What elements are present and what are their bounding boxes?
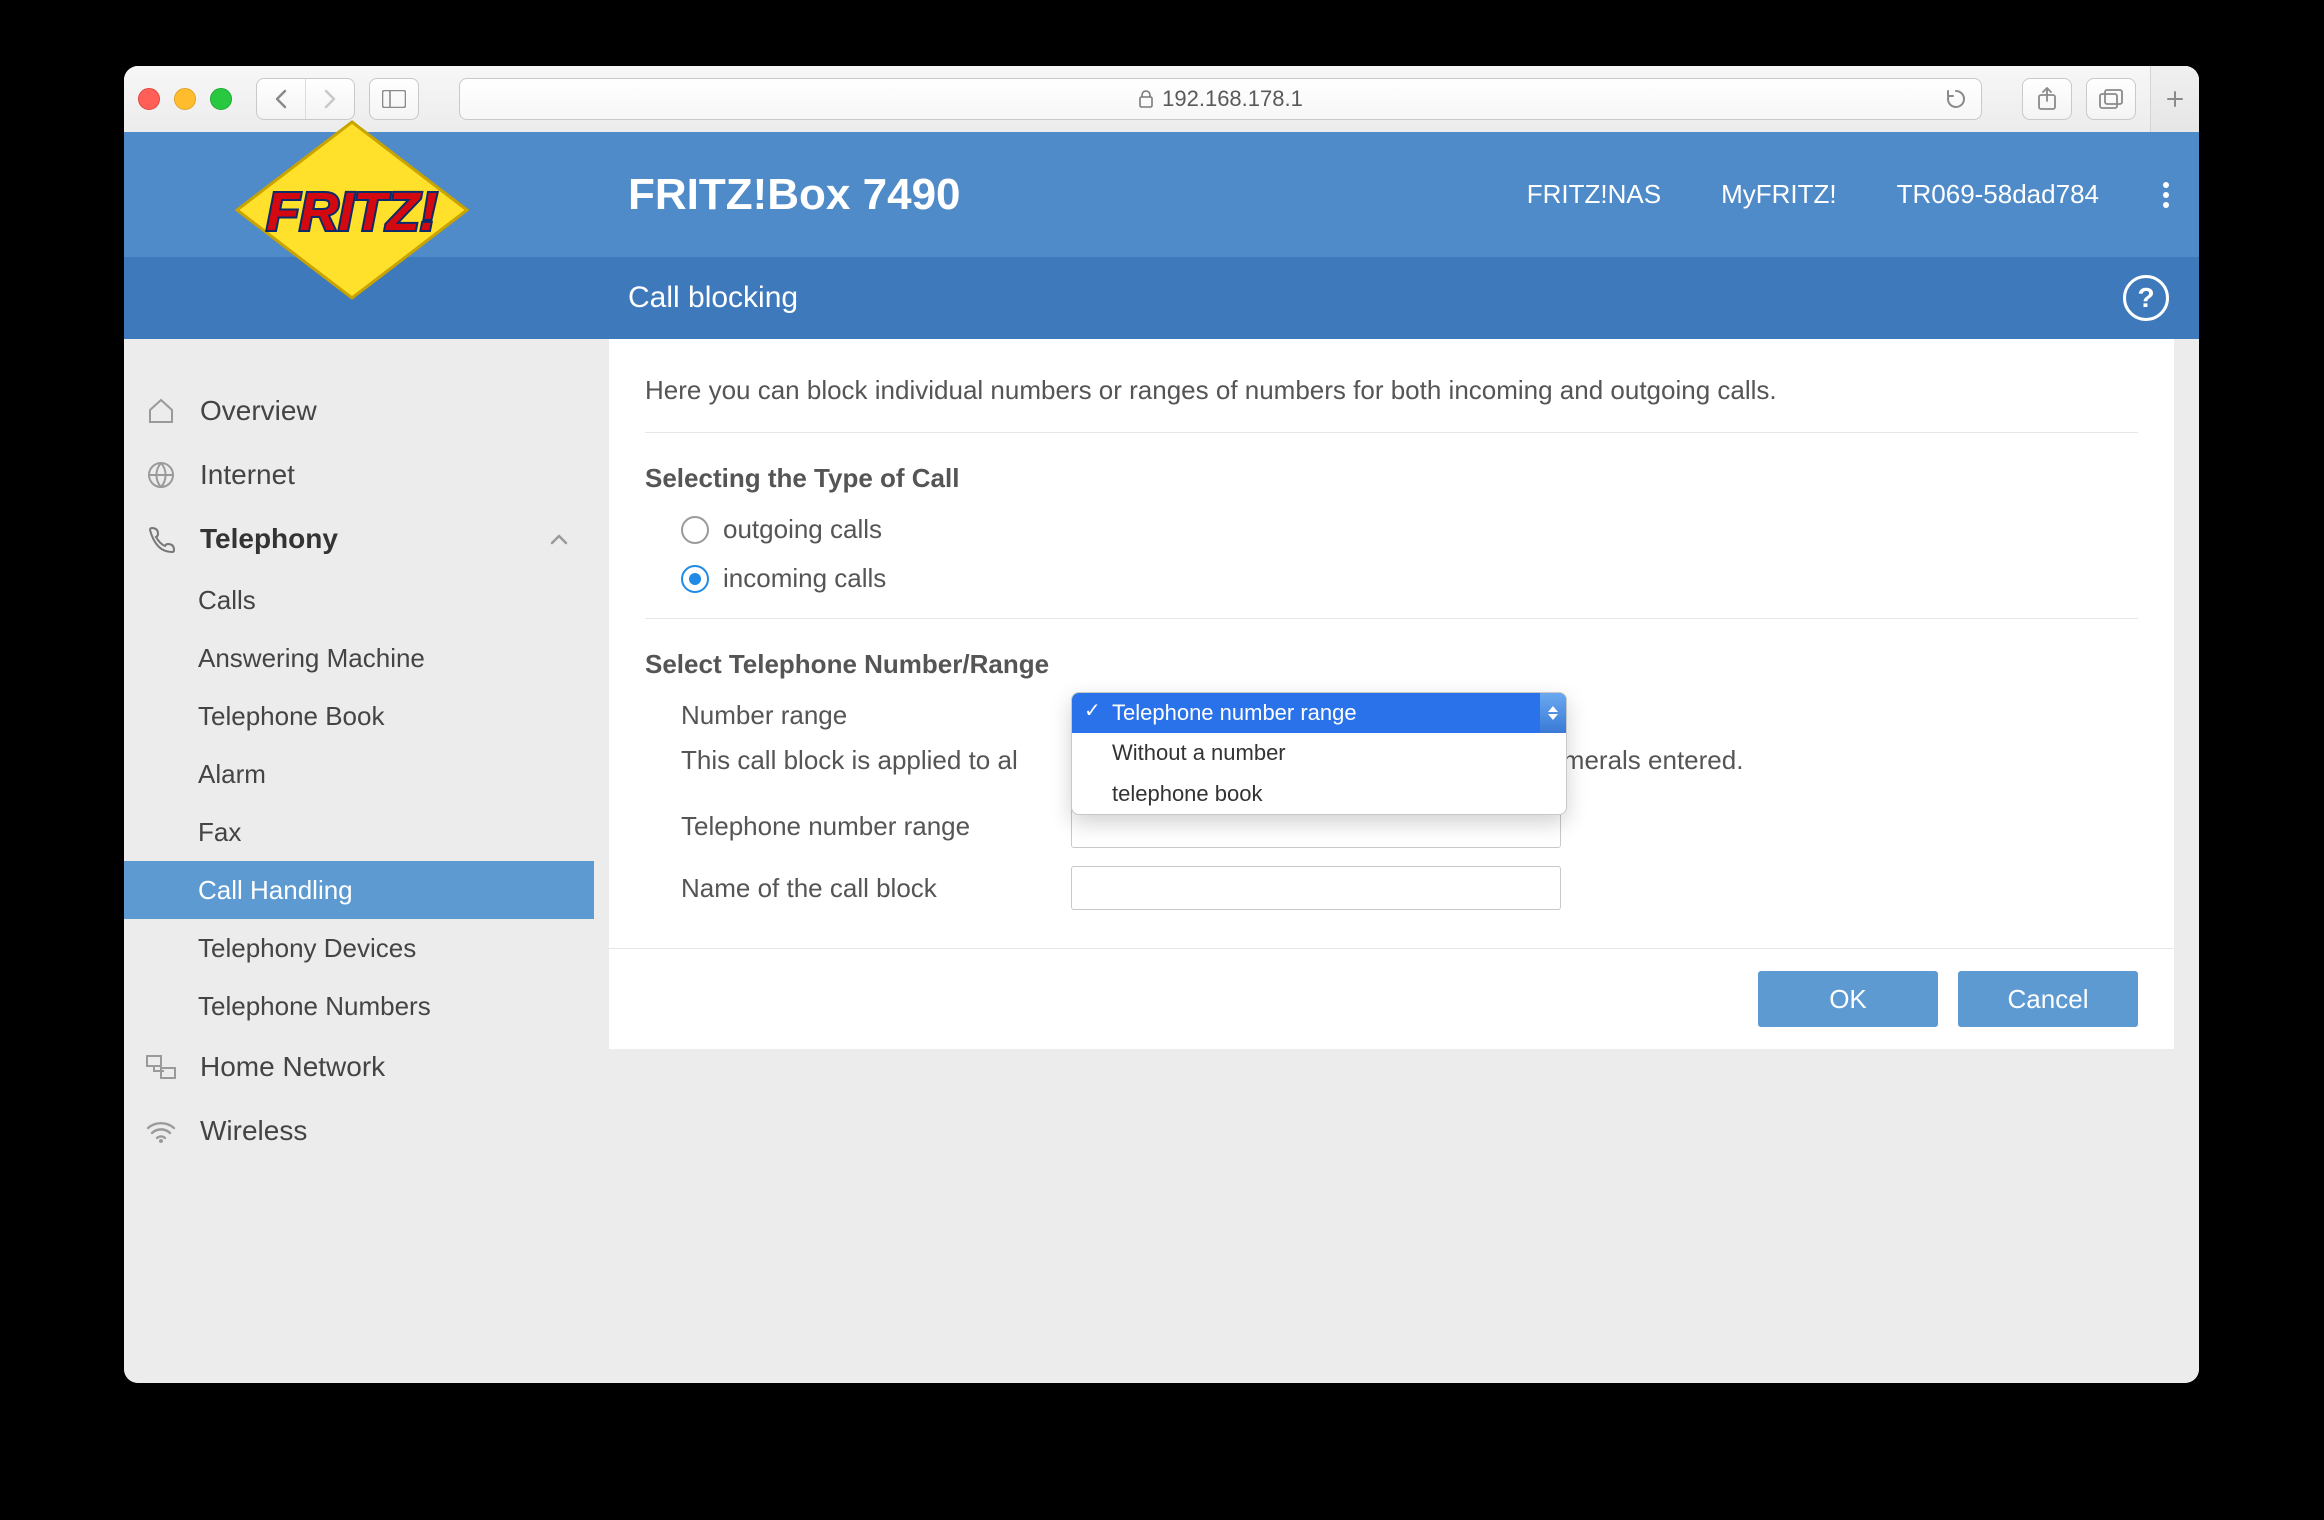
address-text: 192.168.178.1 — [1162, 86, 1303, 112]
sidebar-item-call-handling[interactable]: Call Handling — [124, 861, 594, 919]
section-title-call-type: Selecting the Type of Call — [645, 463, 2138, 494]
app-title: FRITZ!Box 7490 — [628, 170, 961, 220]
dropdown-stepper-icon — [1540, 693, 1566, 734]
sidebar-item-wireless[interactable]: Wireless — [124, 1099, 594, 1163]
wifi-icon — [140, 1119, 182, 1143]
sidebar-item-telephone-numbers[interactable]: Telephone Numbers — [124, 977, 594, 1035]
help-icon[interactable]: ? — [2123, 275, 2169, 321]
dropdown-option-without-number[interactable]: Without a number — [1072, 733, 1566, 774]
sidebar-item-overview[interactable]: Overview — [124, 379, 594, 443]
section-title-select-range: Select Telephone Number/Range — [645, 649, 2138, 680]
browser-window: 192.168.178.1 FRITZ! — [124, 66, 2199, 1383]
sidebar-item-internet[interactable]: Internet — [124, 443, 594, 507]
phone-icon — [140, 524, 182, 554]
fritz-logo: FRITZ! — [212, 112, 492, 312]
dropdown-option-telephone-book[interactable]: telephone book — [1072, 774, 1566, 815]
sidebar-item-answering-machine[interactable]: Answering Machine — [124, 629, 594, 687]
chevron-up-icon — [550, 533, 568, 545]
row-number-range: Number range Telephone number range With… — [681, 700, 2138, 731]
radio-icon — [681, 516, 709, 544]
sidebar-label: Internet — [200, 459, 295, 491]
radio-outgoing[interactable]: outgoing calls — [681, 514, 2138, 545]
new-tab-button[interactable] — [2150, 66, 2199, 132]
radio-label: outgoing calls — [723, 514, 882, 545]
cancel-button[interactable]: Cancel — [1958, 971, 2138, 1027]
address-bar[interactable]: 192.168.178.1 — [459, 78, 1982, 120]
link-fritznas[interactable]: FRITZ!NAS — [1527, 179, 1661, 210]
ok-button[interactable]: OK — [1758, 971, 1938, 1027]
network-icon — [140, 1054, 182, 1080]
row-block-name: Name of the call block — [681, 866, 2138, 910]
button-bar: OK Cancel — [609, 948, 2174, 1049]
sidebar-item-calls[interactable]: Calls — [124, 571, 594, 629]
home-icon — [140, 397, 182, 425]
sidebar-item-home-network[interactable]: Home Network — [124, 1035, 594, 1099]
sidebar-label: Wireless — [200, 1115, 307, 1147]
share-button[interactable] — [2022, 78, 2072, 120]
radio-incoming[interactable]: incoming calls — [681, 563, 2138, 594]
header-links: FRITZ!NAS MyFRITZ! TR069-58dad784 — [1527, 179, 2199, 210]
label-number-range: Number range — [681, 700, 1071, 731]
sidebar-item-telephony[interactable]: Telephony — [124, 507, 594, 571]
reload-icon[interactable] — [1945, 88, 1967, 110]
menu-dots-icon[interactable] — [2159, 182, 2173, 208]
content-panel: Here you can block individual numbers or… — [609, 339, 2174, 1049]
input-block-name[interactable] — [1071, 866, 1561, 910]
sidebar-label: Overview — [200, 395, 317, 427]
link-session[interactable]: TR069-58dad784 — [1897, 179, 2099, 210]
number-range-dropdown[interactable]: Telephone number range Without a number … — [1071, 692, 1567, 816]
sidebar-item-telephone-book[interactable]: Telephone Book — [124, 687, 594, 745]
dropdown-option-selected[interactable]: Telephone number range — [1072, 693, 1566, 734]
label-tel-range: Telephone number range — [681, 811, 1071, 842]
sidebar-label: Home Network — [200, 1051, 385, 1083]
radio-label: incoming calls — [723, 563, 886, 594]
sidebar: Overview Internet Telephony — [124, 339, 594, 1383]
label-block-name: Name of the call block — [681, 873, 1071, 904]
page-title: Call blocking — [628, 281, 798, 315]
link-myfritz[interactable]: MyFRITZ! — [1721, 179, 1837, 210]
sidebar-label: Telephony — [200, 523, 338, 555]
sidebar-item-fax[interactable]: Fax — [124, 803, 594, 861]
sidebar-item-alarm[interactable]: Alarm — [124, 745, 594, 803]
traffic-lights — [138, 88, 232, 110]
svg-text:FRITZ!: FRITZ! — [267, 182, 438, 242]
minimize-window-icon[interactable] — [174, 88, 196, 110]
globe-icon — [140, 460, 182, 490]
intro-text: Here you can block individual numbers or… — [645, 375, 2138, 433]
page-body: FRITZ! FRITZ!Box 7490 FRITZ!NAS MyFRITZ!… — [124, 132, 2199, 1383]
radio-icon — [681, 565, 709, 593]
fullscreen-window-icon[interactable] — [210, 88, 232, 110]
lock-icon — [1138, 90, 1154, 108]
tabs-button[interactable] — [2086, 78, 2136, 120]
sidebar-item-telephony-devices[interactable]: Telephony Devices — [124, 919, 594, 977]
close-window-icon[interactable] — [138, 88, 160, 110]
